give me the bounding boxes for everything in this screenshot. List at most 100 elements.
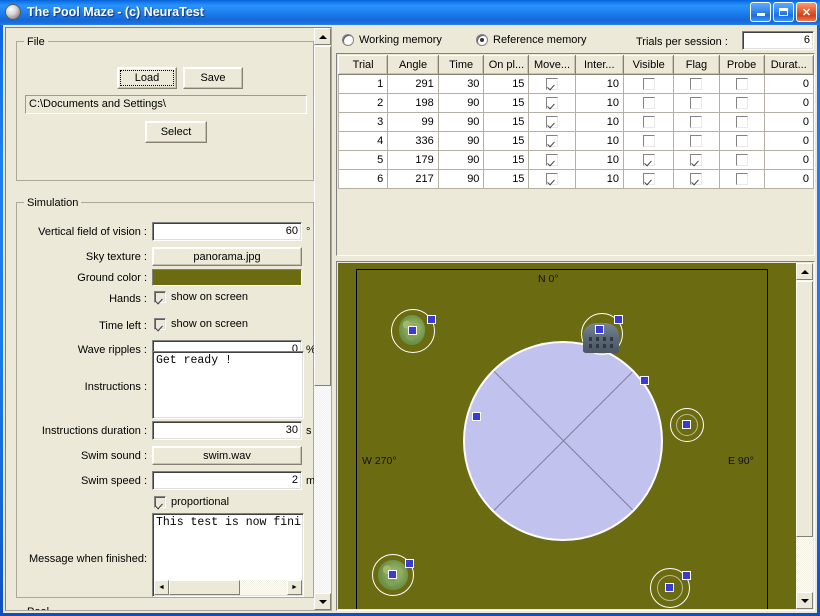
hands-checkbox[interactable]: show on screen [154,291,248,303]
table-row[interactable]: 6 217 90 15 10 0 [337,169,814,189]
cell-angle[interactable]: 179 [387,150,439,170]
object-handle-center[interactable] [595,325,604,334]
settings-scroll-thumb[interactable] [314,46,331,386]
sky-texture-button[interactable]: panorama.jpg [152,247,302,266]
cell-move[interactable] [528,112,576,132]
ground-color-swatch[interactable] [152,269,302,286]
object-handle-center[interactable] [388,570,397,579]
object-handle-edge[interactable] [427,315,436,324]
table-row[interactable]: 3 99 90 15 10 0 [337,112,814,132]
cell-visible[interactable] [622,131,675,151]
cell-trial[interactable]: 6 [337,169,389,189]
cell-time[interactable]: 90 [437,150,485,170]
cell-trial[interactable]: 5 [337,150,389,170]
cell-flag[interactable] [673,150,720,170]
cell-on_platform[interactable]: 15 [483,131,530,151]
map-scroll-up-button[interactable] [796,263,813,280]
hscroll-track[interactable] [169,580,287,595]
swim-speed-input[interactable]: 2 [152,471,302,490]
message-finished-hscrollbar[interactable]: ◄ ► [154,580,302,595]
table-header-2[interactable]: Time [437,55,485,75]
table-header-7[interactable]: Flag [673,55,720,75]
table-header-1[interactable]: Angle [387,55,439,75]
probe-checkbox-icon[interactable] [735,78,748,91]
table-row[interactable]: 5 179 90 15 10 0 [337,150,814,170]
file-path-field[interactable]: C:\Documents and Settings\ [25,95,307,114]
radio-reference-memory[interactable]: Reference memory [476,34,587,46]
object-handle-center[interactable] [682,420,691,429]
visible-checkbox-icon[interactable] [642,78,655,91]
cell-duration[interactable]: 0 [763,169,814,189]
table-header-5[interactable]: Inter... [574,55,624,75]
cell-time[interactable]: 90 [437,169,485,189]
flag-checkbox-icon[interactable] [690,78,703,91]
probe-checkbox-icon[interactable] [735,97,748,110]
cell-inter[interactable]: 10 [574,93,624,113]
object-handle-center[interactable] [665,583,674,592]
minimize-button[interactable] [750,2,771,22]
map-scrollbar[interactable] [796,263,813,609]
flag-checkbox-icon[interactable] [690,135,703,148]
cell-trial[interactable]: 1 [337,74,389,94]
maze-map-view[interactable]: N 0° E 90° W 270° [336,261,815,611]
move-checkbox-icon[interactable] [545,116,558,129]
move-checkbox-icon[interactable] [545,173,558,186]
move-checkbox-icon[interactable] [545,135,558,148]
swim-sound-button[interactable]: swim.wav [152,446,302,465]
object-handle-edge[interactable] [405,559,414,568]
cell-flag[interactable] [673,112,720,132]
cell-probe[interactable] [718,74,765,94]
object-handle-edge[interactable] [682,571,691,580]
object-handle-center[interactable] [408,326,417,335]
scroll-up-button[interactable] [314,28,331,45]
trials-per-session-input[interactable]: 6 [742,31,814,50]
flag-checkbox-icon[interactable] [690,116,703,129]
cell-move[interactable] [528,131,576,151]
cell-visible[interactable] [622,74,675,94]
cell-trial[interactable]: 3 [337,112,389,132]
cell-time[interactable]: 90 [437,93,485,113]
table-header-9[interactable]: Durat... [763,55,814,75]
time-left-checkbox[interactable]: show on screen [154,318,248,330]
table-row[interactable]: 2 198 90 15 10 0 [337,93,814,113]
scroll-left-icon[interactable]: ◄ [154,580,169,595]
probe-checkbox-icon[interactable] [735,135,748,148]
cell-visible[interactable] [622,169,675,189]
cell-time[interactable]: 90 [437,131,485,151]
cell-angle[interactable]: 217 [387,169,439,189]
visible-checkbox-icon[interactable] [642,154,655,167]
cell-duration[interactable]: 0 [763,131,814,151]
map-scroll-thumb[interactable] [796,281,813,537]
move-checkbox-icon[interactable] [545,78,558,91]
scroll-down-button[interactable] [314,593,331,610]
cell-probe[interactable] [718,93,765,113]
cell-on_platform[interactable]: 15 [483,150,530,170]
map-scroll-down-button[interactable] [796,592,813,609]
cell-angle[interactable]: 336 [387,131,439,151]
cell-inter[interactable]: 10 [574,74,624,94]
object-handle-edge[interactable] [614,315,623,324]
table-row[interactable]: 1 291 30 15 10 0 [337,74,814,94]
cell-flag[interactable] [673,169,720,189]
cell-probe[interactable] [718,112,765,132]
cell-angle[interactable]: 291 [387,74,439,94]
cell-on_platform[interactable]: 15 [483,74,530,94]
move-checkbox-icon[interactable] [545,154,558,167]
cell-move[interactable] [528,93,576,113]
visible-checkbox-icon[interactable] [642,97,655,110]
scroll-right-icon[interactable]: ► [287,580,302,595]
probe-checkbox-icon[interactable] [735,154,748,167]
cell-duration[interactable]: 0 [763,112,814,132]
select-button[interactable]: Select [145,121,207,143]
vertical-fov-input[interactable]: 60 [152,222,302,241]
close-button[interactable]: ✕ [796,2,817,22]
table-header-8[interactable]: Probe [718,55,765,75]
table-header-4[interactable]: Move... [528,55,576,75]
cell-inter[interactable]: 10 [574,131,624,151]
cell-inter[interactable]: 10 [574,112,624,132]
visible-checkbox-icon[interactable] [642,135,655,148]
cell-on_platform[interactable]: 15 [483,169,530,189]
save-button[interactable]: Save [183,67,243,89]
cell-move[interactable] [528,150,576,170]
maximize-button[interactable] [773,2,794,22]
